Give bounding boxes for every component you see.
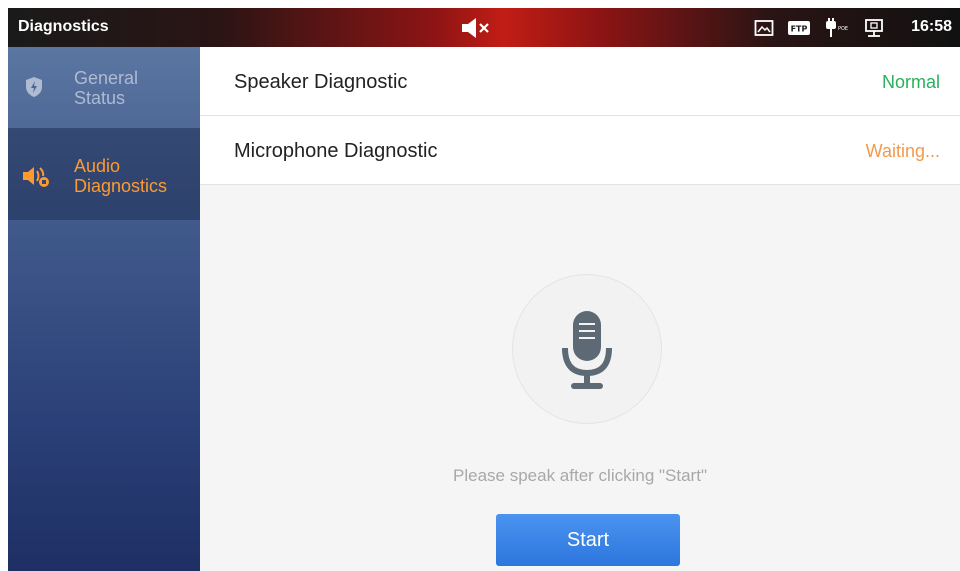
- app-title: Diagnostics: [18, 18, 109, 35]
- sidebar-item-general-status[interactable]: General Status: [8, 47, 200, 128]
- microphone-diagnostic-row[interactable]: Microphone Diagnostic Waiting...: [200, 116, 960, 185]
- status-icons: FTP POE: [754, 17, 898, 39]
- ftp-icon: FTP: [788, 20, 810, 36]
- microphone-indicator: [512, 274, 662, 424]
- speaker-diagnostic-row[interactable]: Speaker Diagnostic Normal: [200, 47, 960, 116]
- speaker-status: Normal: [881, 72, 940, 92]
- screenshot-icon: [754, 19, 774, 37]
- microphone-icon: [562, 311, 612, 389]
- diagnostic-name: Speaker Diagnostic: [234, 71, 408, 93]
- microphone-status: Waiting...: [865, 141, 940, 161]
- clock: 16:58: [911, 18, 952, 35]
- mute-icon: [459, 16, 493, 40]
- speaker-icon: [22, 164, 49, 188]
- diagnostic-name: Microphone Diagnostic: [234, 140, 438, 162]
- poe-power-icon: POE: [824, 18, 850, 38]
- shield-icon: [22, 75, 46, 99]
- network-icon: [864, 18, 884, 38]
- sidebar-item-label: Audio Diagnostics: [74, 156, 168, 196]
- main-panel: Speaker Diagnostic Normal Microphone Dia…: [200, 47, 960, 571]
- start-button[interactable]: Start: [496, 514, 680, 566]
- poe-label: POE: [838, 26, 848, 32]
- ftp-label: FTP: [791, 25, 808, 34]
- instruction-text: Please speak after clicking "Start": [453, 466, 707, 485]
- sidebar-item-audio-diagnostics[interactable]: Audio Diagnostics: [8, 128, 200, 220]
- device-screen: Diagnostics FTP POE 16:58 General Status…: [8, 8, 960, 571]
- sidebar: General Status Audio Diagnostics: [8, 47, 200, 571]
- status-bar: Diagnostics FTP POE 16:58: [8, 8, 960, 47]
- sidebar-item-label: General Status: [74, 68, 139, 108]
